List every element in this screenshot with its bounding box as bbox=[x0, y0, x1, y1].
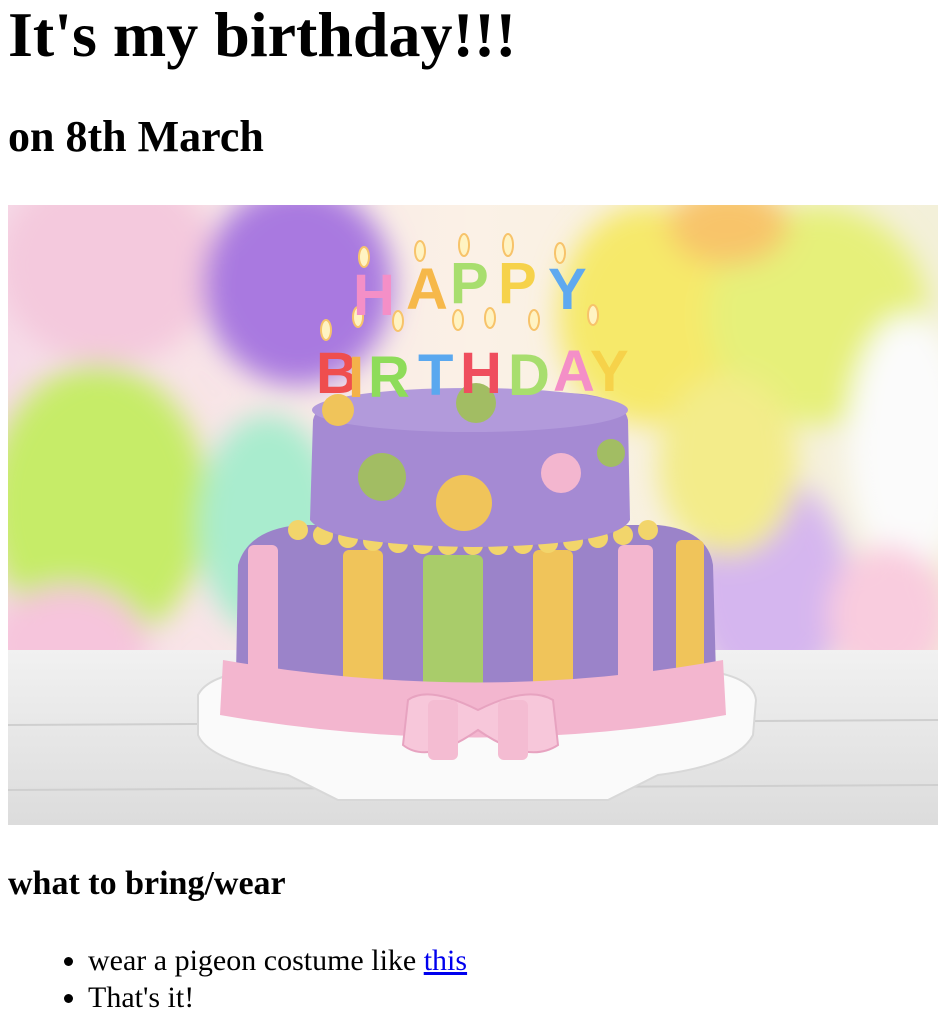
bring-wear-list: wear a pigeon costume like this That's i… bbox=[8, 942, 467, 1016]
birthday-cake-image: H A P P Y B I R T H D A Y bbox=[8, 205, 938, 825]
svg-text:A: A bbox=[553, 339, 595, 404]
svg-text:H: H bbox=[460, 341, 502, 406]
svg-text:P: P bbox=[498, 251, 537, 316]
svg-text:Y: Y bbox=[590, 339, 629, 404]
svg-text:H: H bbox=[353, 263, 395, 328]
list-item: That's it! bbox=[88, 979, 467, 1016]
svg-text:D: D bbox=[508, 343, 550, 408]
svg-text:T: T bbox=[418, 343, 453, 408]
svg-text:R: R bbox=[368, 345, 410, 410]
section-title: what to bring/wear bbox=[8, 865, 286, 902]
svg-text:I: I bbox=[348, 345, 364, 410]
svg-text:A: A bbox=[406, 257, 448, 322]
page-title: It's my birthday!!! bbox=[8, 0, 517, 70]
list-item: wear a pigeon costume like this bbox=[88, 942, 467, 979]
svg-text:P: P bbox=[450, 251, 489, 316]
svg-text:Y: Y bbox=[548, 257, 587, 322]
costume-link[interactable]: this bbox=[424, 944, 467, 977]
page-subtitle: on 8th March bbox=[8, 112, 264, 161]
page: It's my birthday!!! on 8th March H A P P… bbox=[0, 0, 948, 1014]
list-item-text: wear a pigeon costume like bbox=[88, 944, 424, 977]
